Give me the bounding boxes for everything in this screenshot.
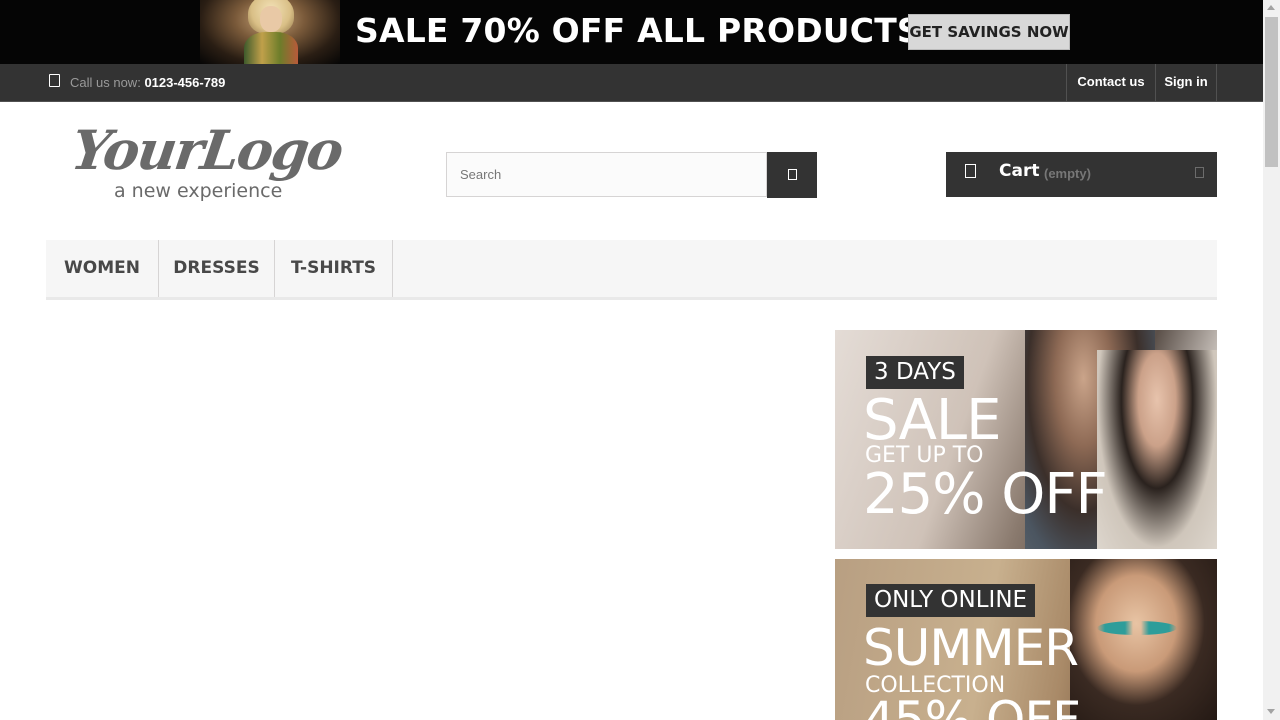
banner-offer: 45% OFF [863,691,1081,720]
promo-model-image [200,0,340,64]
chevron-down-icon [1195,167,1204,178]
search-icon [788,169,797,180]
site-logo[interactable]: YourLogo a new experience [68,118,362,210]
get-savings-button[interactable]: GET SAVINGS NOW [908,14,1070,50]
banner-model-image [1070,559,1217,720]
cart-label: Cart [999,161,1040,181]
cart-status: (empty) [1044,166,1091,181]
logo-tagline: a new experience [114,180,283,202]
call-us-label: Call us now: [70,75,141,90]
search-button[interactable] [767,152,817,198]
sale-banner[interactable]: 3 DAYS SALE GET UP TO 25% OFF [835,330,1217,549]
cart-icon [965,164,976,178]
menu-item-t-shirts[interactable]: T-SHIRTS [275,240,393,297]
menu-item-dresses[interactable]: DRESSES [159,240,275,297]
scroll-up-icon[interactable] [1267,5,1275,10]
scrollbar-thumb[interactable] [1265,17,1278,167]
banner-tag: 3 DAYS [866,356,964,389]
summer-collection-banner[interactable]: ONLY ONLINE SUMMER COLLECTION 45% OFF [835,559,1217,720]
promo-title: SALE 70% OFF ALL PRODUCTS [355,11,921,50]
search-input[interactable] [446,152,767,197]
contact-us-link[interactable]: Contact us [1066,64,1155,101]
logo-wordmark: YourLogo [67,118,346,182]
menu-item-women[interactable]: WOMEN [46,240,159,297]
scroll-down-icon[interactable] [1267,709,1275,714]
phone-icon [49,74,60,87]
cart-button[interactable]: Cart (empty) [946,152,1217,197]
call-us-text: Call us now: 0123-456-789 [70,75,225,90]
vertical-scrollbar[interactable] [1263,0,1280,720]
banner-model-eyes [1097,621,1177,635]
top-nav-bar: Call us now: 0123-456-789 Contact us Sig… [0,64,1263,102]
banner-woman-image [1097,350,1217,549]
main-menu: WOMEN DRESSES T-SHIRTS [46,240,1217,300]
banner-headline: SUMMER [863,619,1079,677]
banner-offer: 25% OFF [863,462,1108,527]
promo-banner[interactable]: SALE 70% OFF ALL PRODUCTS GET SAVINGS NO… [0,0,1263,64]
banner-tag: ONLY ONLINE [866,584,1036,617]
sign-in-link[interactable]: Sign in [1155,64,1217,101]
phone-number: 0123-456-789 [144,75,226,90]
